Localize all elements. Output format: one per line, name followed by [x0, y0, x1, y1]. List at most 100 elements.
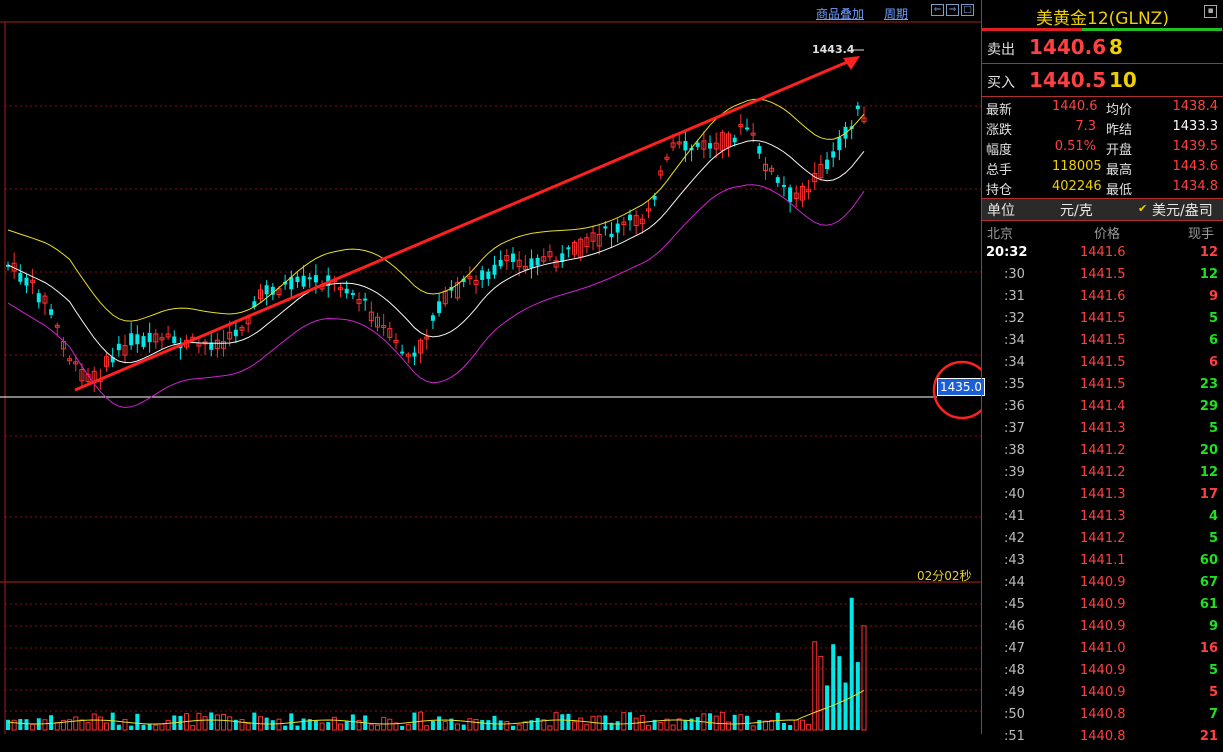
tick-price: 1440.8	[1080, 729, 1126, 744]
volume-bar	[442, 720, 448, 731]
tick-volume: 7	[1208, 707, 1218, 722]
volume-bar	[757, 719, 762, 730]
tick-row: :44 1440.9 67	[982, 572, 1222, 594]
unit-selector[interactable]: 单位 元/克 ✔ 美元/盎司	[982, 199, 1223, 221]
scroll-left-icon[interactable]: ⇐	[931, 4, 944, 16]
tick-volume: 12	[1199, 267, 1218, 282]
volume-bar	[54, 722, 60, 731]
volume-bar	[762, 720, 768, 731]
volume-bar	[750, 725, 756, 731]
tick-volume: 17	[1199, 487, 1218, 502]
volume-bar	[91, 713, 97, 731]
bid-volume: 10	[1109, 68, 1137, 92]
volume-bar	[387, 718, 393, 731]
overlay-link[interactable]: 商品叠加	[816, 5, 864, 22]
volume-bar	[492, 715, 497, 730]
candle-body	[141, 336, 146, 347]
stat-row: 幅度 0.51% 开盘 1439.5	[986, 139, 1218, 158]
tick-price: 1441.3	[1080, 421, 1126, 436]
volume-bar	[578, 717, 584, 731]
volume-bar	[498, 720, 503, 730]
candle-body	[147, 332, 152, 343]
volume-bar	[566, 713, 571, 730]
candle-body	[313, 275, 318, 283]
unit-option-cny[interactable]: 元/克	[1060, 200, 1093, 220]
volume-bar	[344, 721, 349, 730]
tick-time: 20:32	[986, 245, 1028, 260]
volume-bar	[331, 716, 337, 731]
candle-body	[529, 258, 534, 268]
scroll-right-icon[interactable]: ⇒	[946, 4, 959, 16]
volume-bar	[480, 719, 485, 730]
upper-band-line	[7, 98, 865, 322]
volume-bar	[405, 724, 411, 731]
candle-body	[775, 177, 780, 183]
tick-time: :45	[1004, 597, 1025, 612]
tick-volume: 16	[1199, 641, 1218, 656]
tick-header: 北京 价格 现手	[987, 227, 1215, 242]
kline-chart-area[interactable]: 商品叠加 周期 ⇐ ⇒ □ 1443.4 1435.0 02分02秒	[0, 0, 985, 734]
volume-bar	[855, 662, 860, 730]
tick-time: :42	[1004, 531, 1025, 546]
volume-bar	[861, 625, 867, 731]
volume-bar	[732, 714, 737, 730]
volume-bar	[209, 712, 214, 730]
tick-volume: 12	[1199, 245, 1218, 260]
kline-chart[interactable]	[0, 0, 981, 734]
candle-body	[510, 253, 515, 262]
volume-bar	[79, 719, 85, 731]
unit-option-usd[interactable]: 美元/盎司	[1152, 200, 1213, 220]
candle-body	[129, 333, 134, 346]
tick-time: :44	[1004, 575, 1025, 590]
volume-bar	[708, 713, 713, 730]
candle-body	[264, 285, 269, 295]
candle-body	[363, 298, 368, 301]
volume-bar	[368, 724, 374, 731]
volume-bar	[141, 724, 146, 730]
volume-bar	[6, 719, 10, 730]
volume-bar	[461, 724, 466, 730]
tick-volume: 61	[1199, 597, 1218, 612]
tick-price: 1441.2	[1080, 443, 1126, 458]
tick-time: :36	[1004, 399, 1025, 414]
tick-volume: 4	[1208, 509, 1218, 524]
volume-bar	[178, 715, 183, 730]
tick-row: :43 1441.1 60	[982, 550, 1222, 572]
tick-price: 1441.5	[1080, 377, 1126, 392]
period-link[interactable]: 周期	[884, 5, 908, 22]
volume-bar	[165, 719, 171, 731]
volume-bar	[122, 718, 128, 731]
candle-body	[825, 159, 830, 170]
volume-bar	[30, 723, 36, 731]
fullscreen-icon[interactable]: □	[961, 4, 974, 16]
high-price-label: 1443.4	[812, 43, 855, 56]
candle-body	[233, 329, 238, 337]
stat-row: 持仓 402246 最低 1434.8	[986, 179, 1218, 198]
tick-row: :46 1440.9 9	[982, 616, 1222, 638]
tick-volume: 12	[1199, 465, 1218, 480]
volume-bar	[793, 719, 799, 731]
tick-time: :30	[1004, 267, 1025, 282]
volume-bar	[615, 721, 620, 730]
volume-bar	[645, 724, 651, 731]
candle-body	[757, 146, 762, 154]
volume-bar	[621, 712, 627, 731]
volume-bar	[135, 713, 140, 730]
tick-price: 1441.5	[1080, 333, 1126, 348]
volume-bar	[683, 720, 688, 730]
tick-volume: 5	[1208, 311, 1218, 326]
volume-bar	[572, 721, 578, 731]
tick-volume: 60	[1199, 553, 1218, 568]
tick-price: 1441.0	[1080, 641, 1126, 656]
panel-menu-icon[interactable]: ▪	[1204, 5, 1217, 18]
volume-bar	[806, 724, 812, 731]
tick-time: :34	[1004, 355, 1025, 370]
tick-list[interactable]: 20:32 1441.6 12:30 1441.5 12:31 1441.6 9:32 144…	[982, 242, 1223, 752]
volume-bar	[775, 712, 780, 730]
tick-volume: 67	[1199, 575, 1218, 590]
candle-body	[492, 264, 497, 275]
volume-bar	[788, 725, 793, 730]
ask-volume: 8	[1109, 35, 1123, 59]
tick-row: :30 1441.5 12	[982, 264, 1222, 286]
instrument-header: 美黄金12(GLNZ) ▪	[982, 0, 1223, 31]
